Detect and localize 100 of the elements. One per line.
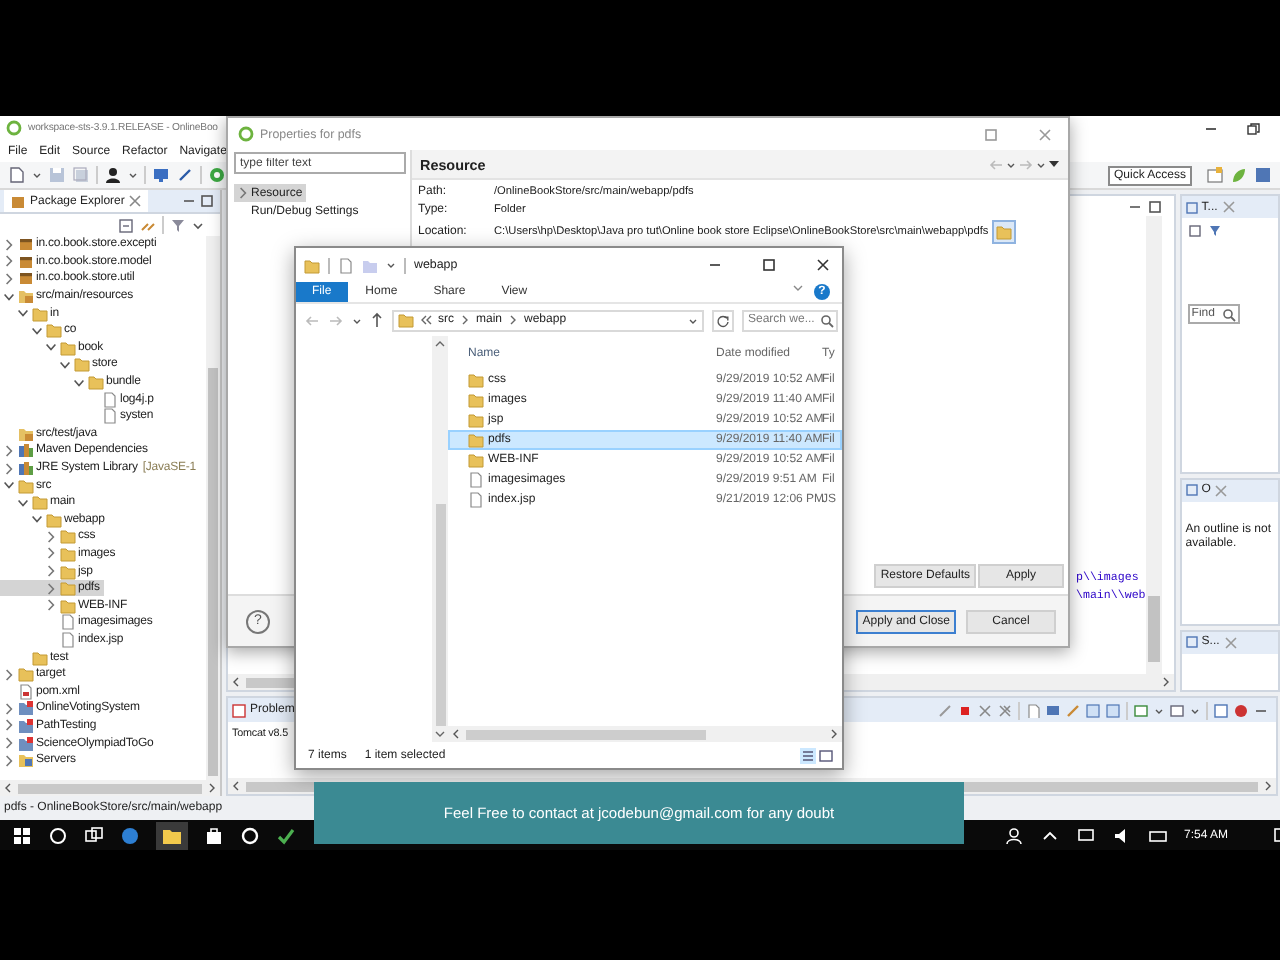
chevron-icon[interactable] — [4, 718, 14, 733]
dropdown-icon[interactable] — [688, 315, 698, 325]
chevron-icon[interactable] — [32, 323, 42, 338]
dropdown-icon[interactable] — [1154, 705, 1164, 715]
folder-icon — [398, 312, 414, 328]
up-arrow-icon[interactable] — [370, 312, 384, 328]
open-perspective-icon[interactable] — [1206, 166, 1224, 184]
vertical-scrollbar[interactable] — [432, 336, 448, 742]
chevron-icon[interactable] — [4, 478, 14, 493]
java-perspective-icon[interactable] — [1254, 166, 1272, 184]
horizontal-scrollbar[interactable] — [0, 780, 220, 796]
check-icon[interactable] — [276, 825, 296, 845]
chevron-icon[interactable] — [74, 375, 84, 390]
maximize-icon[interactable] — [200, 194, 214, 208]
pin-icon[interactable] — [176, 166, 194, 184]
vertical-scrollbar[interactable] — [206, 236, 220, 780]
refresh-icon — [716, 313, 730, 327]
vertical-scrollbar[interactable] — [1145, 216, 1162, 674]
view-menu-icon[interactable] — [1048, 158, 1060, 170]
filter-icon[interactable] — [1207, 224, 1222, 238]
chevron-icon[interactable] — [4, 701, 14, 716]
remove-all-icon[interactable] — [998, 703, 1012, 717]
chevron-icon[interactable] — [46, 340, 56, 355]
leaf-perspective-icon[interactable] — [1230, 166, 1248, 184]
dropdown-icon[interactable] — [32, 170, 42, 180]
dropdown-icon[interactable] — [352, 315, 362, 325]
show-in-explorer-button[interactable] — [992, 220, 1017, 244]
dropdown-icon[interactable] — [128, 170, 138, 180]
user-icon[interactable] — [104, 166, 122, 184]
ring-logo-icon — [6, 120, 22, 136]
scrollbar-thumb[interactable] — [435, 504, 445, 726]
horizontal-scrollbar[interactable] — [448, 726, 842, 742]
chevron-icon[interactable] — [4, 461, 14, 476]
new-task-icon[interactable] — [1187, 224, 1202, 238]
chevron-icon[interactable] — [4, 237, 14, 252]
scrollbar-thumb[interactable] — [18, 783, 202, 793]
dropdown-icon[interactable] — [386, 260, 396, 270]
browser-icon[interactable] — [120, 825, 140, 845]
remove-icon[interactable] — [978, 703, 992, 717]
dropdown-icon[interactable] — [1036, 159, 1046, 169]
run-icon[interactable] — [208, 166, 226, 184]
chevron-icon[interactable] — [4, 443, 14, 458]
xml-file-icon — [17, 683, 33, 700]
dropdown-icon[interactable] — [1006, 159, 1016, 169]
properties-icon[interactable] — [338, 257, 354, 273]
chevron-icon[interactable] — [32, 512, 42, 527]
chevron-icon[interactable] — [4, 289, 14, 304]
scrollbar-thumb[interactable] — [466, 729, 706, 739]
people-icon[interactable] — [1003, 825, 1024, 845]
bag-icon[interactable] — [204, 825, 224, 845]
console-view-icon[interactable] — [1214, 703, 1228, 717]
chevron-icon[interactable] — [4, 271, 14, 286]
scroll-up-icon — [434, 340, 446, 348]
dropdown-icon[interactable] — [1190, 705, 1200, 715]
minimize-icon[interactable] — [708, 258, 722, 272]
chevron-icon[interactable] — [4, 254, 14, 269]
start-icon[interactable] — [12, 825, 32, 845]
details-view-icon[interactable] — [800, 747, 816, 763]
folder-icon[interactable] — [162, 825, 182, 845]
error-icon[interactable] — [1234, 703, 1248, 717]
chevron-icon[interactable] — [18, 495, 28, 510]
view-menu-icon[interactable] — [192, 219, 204, 231]
chevron-icon[interactable] — [46, 564, 56, 579]
chevron-icon[interactable] — [46, 529, 56, 544]
scroll-right-icon — [830, 728, 838, 740]
task-view-icon[interactable] — [84, 825, 104, 845]
new-file-icon[interactable] — [8, 166, 26, 184]
restore-icon[interactable] — [1246, 121, 1260, 135]
monitor-icon[interactable] — [152, 166, 170, 184]
chevron-icon[interactable] — [18, 306, 28, 321]
maximize-icon[interactable] — [1147, 199, 1162, 213]
maximize-icon[interactable] — [762, 258, 776, 272]
chevron-icon[interactable] — [4, 667, 14, 682]
chevron-icon[interactable] — [60, 357, 70, 372]
stop-icon[interactable] — [958, 703, 972, 717]
new-console-icon[interactable] — [1170, 703, 1184, 717]
chevron-icon[interactable] — [46, 598, 56, 613]
scrollbar-thumb[interactable] — [1147, 596, 1160, 662]
scroll-down-icon — [434, 730, 446, 738]
link-icon[interactable] — [938, 703, 952, 717]
chevron-icon[interactable] — [4, 736, 14, 751]
chevron-icon[interactable] — [46, 546, 56, 561]
network-icon[interactable] — [1075, 825, 1096, 845]
minimize-icon[interactable] — [182, 194, 196, 208]
link-icon[interactable] — [140, 217, 156, 233]
search-icon[interactable] — [48, 825, 68, 845]
close-icon[interactable] — [816, 258, 830, 272]
scrollbar-thumb[interactable] — [208, 368, 218, 776]
circle-app-icon[interactable] — [240, 825, 260, 845]
problems-icon — [232, 703, 246, 717]
refresh-button[interactable] — [712, 309, 734, 331]
monitor-icon[interactable] — [1046, 703, 1060, 717]
keyboard-icon[interactable] — [1147, 825, 1168, 845]
collapse-all-icon[interactable] — [118, 217, 134, 233]
chevron-icon[interactable] — [4, 753, 14, 768]
expand-ribbon-icon[interactable] — [792, 282, 804, 294]
scroll-left-icon — [232, 676, 240, 688]
large-icons-view-icon[interactable] — [818, 747, 834, 763]
display-icon[interactable] — [1134, 703, 1148, 717]
document-icon[interactable] — [1026, 703, 1040, 717]
